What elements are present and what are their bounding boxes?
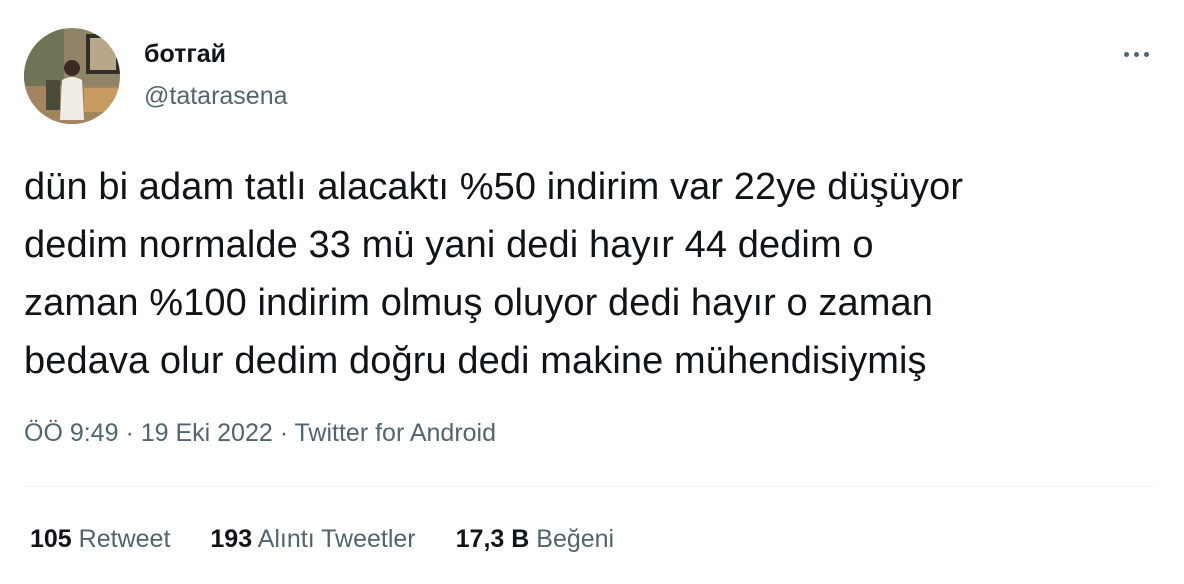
tweet-meta: ÖÖ 9:49 · 19 Eki 2022 · Twitter for Andr… <box>24 416 496 450</box>
more-dot <box>1123 51 1129 57</box>
tweet-card: ботгай @tatarasena dün bi adam tatlı ala… <box>0 0 1184 584</box>
avatar[interactable] <box>24 28 120 124</box>
more-dot <box>1143 51 1149 57</box>
tweet-line: dedim normalde 33 mü yani dedi hayır 44 … <box>24 224 874 266</box>
stat-value: 105 <box>30 525 72 553</box>
stat-label: Retweet <box>78 525 171 553</box>
author-handle[interactable]: @tatarasena <box>144 80 288 112</box>
avatar-image <box>24 28 120 124</box>
stat-value: 17,3 B <box>455 525 530 553</box>
tweet-date[interactable]: 19 Eki 2022 <box>141 419 273 447</box>
tweet-line: dün bi adam tatlı alacaktı %50 indirim v… <box>24 166 964 208</box>
quote-tweets-count[interactable]: 193 Alıntı Tweetler <box>210 522 415 556</box>
author-display-name[interactable]: ботгай <box>144 38 226 70</box>
stat-value: 193 <box>210 525 253 553</box>
more-dot <box>1133 51 1139 57</box>
tweet-line: zaman %100 indirim olmuş oluyor dedi hay… <box>24 282 933 324</box>
more-options-icon[interactable] <box>1116 42 1156 66</box>
tweet-source[interactable]: Twitter for Android <box>295 419 496 447</box>
tweet-time[interactable]: ÖÖ 9:49 <box>24 419 119 447</box>
stat-label: Alıntı Tweetler <box>257 525 416 553</box>
meta-separator: · <box>118 419 141 447</box>
likes-count[interactable]: 17,3 B Beğeni <box>456 522 614 556</box>
engagement-stats: 105 Retweet 193 Alıntı Tweetler 17,3 B B… <box>30 522 614 556</box>
retweet-count[interactable]: 105 Retweet <box>30 522 170 556</box>
meta-separator: · <box>272 419 295 447</box>
stat-label: Beğeni <box>536 525 615 553</box>
divider <box>24 486 1154 487</box>
tweet-text: dün bi adam tatlı alacaktı %50 indirim v… <box>24 158 1144 390</box>
tweet-line: bedava olur dedim doğru dedi makine mühe… <box>24 340 927 382</box>
